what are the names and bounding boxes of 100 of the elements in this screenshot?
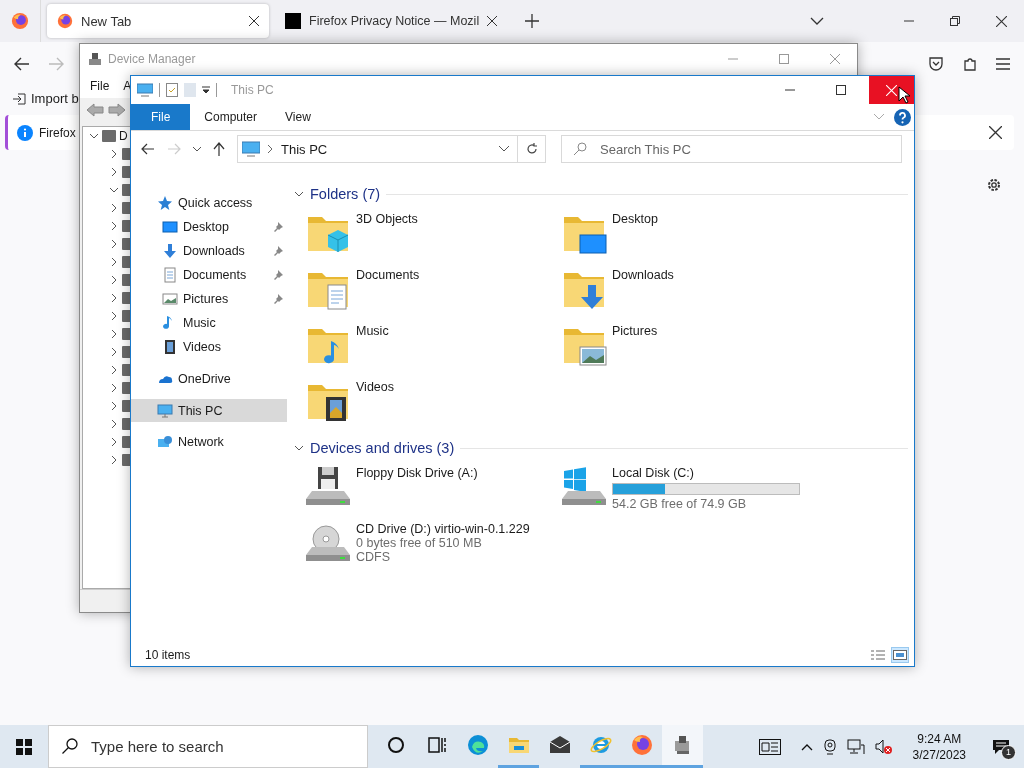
expander-icon[interactable]: [109, 203, 119, 213]
help-icon[interactable]: [894, 108, 911, 126]
menu-item[interactable]: File: [90, 78, 110, 93]
expander-icon[interactable]: [89, 131, 99, 141]
nav-item[interactable]: Network: [131, 430, 287, 454]
tab-list-icon[interactable]: [810, 17, 824, 25]
network-icon: [157, 434, 173, 450]
drive-detail: CDFS: [356, 550, 392, 564]
nav-item[interactable]: This PC: [131, 399, 287, 422]
folder-name[interactable]: Music: [356, 324, 389, 338]
nav-item[interactable]: Documents: [131, 263, 287, 287]
folder-name[interactable]: 3D Objects: [356, 212, 418, 226]
nav-item[interactable]: Downloads: [131, 239, 287, 263]
puzzle-icon[interactable]: [962, 55, 978, 72]
refresh-button[interactable]: [518, 135, 546, 163]
expander-icon[interactable]: [109, 347, 119, 357]
back-icon[interactable]: [141, 143, 155, 155]
details-icon: [871, 650, 885, 660]
chevron-up-icon[interactable]: [800, 742, 813, 751]
close-icon[interactable]: [989, 126, 1002, 139]
collapse-icon[interactable]: [294, 189, 304, 199]
ribbon-tab[interactable]: Computer: [190, 104, 272, 130]
expander-icon[interactable]: [109, 293, 119, 303]
forward-arrow-icon[interactable]: [108, 103, 126, 117]
expander-icon[interactable]: [109, 437, 119, 447]
firefox-icon: [629, 733, 654, 757]
expander-icon[interactable]: [109, 455, 119, 465]
nav-item[interactable]: Quick access: [131, 191, 287, 215]
expander-icon[interactable]: [109, 383, 119, 393]
settings-icon[interactable]: [986, 177, 1002, 193]
up-icon[interactable]: [213, 142, 225, 156]
expander-icon[interactable]: [109, 149, 119, 159]
volume-muted-icon[interactable]: [874, 738, 893, 755]
tree-label[interactable]: D: [119, 129, 128, 143]
browser-tab[interactable]: Firefox Privacy Notice — Mozil: [275, 4, 508, 38]
clock-time[interactable]: 9:24 AM: [917, 730, 962, 747]
menu-icon[interactable]: [996, 57, 1010, 70]
pocket-icon[interactable]: [928, 55, 944, 72]
minimize-icon[interactable]: [784, 89, 795, 91]
restore-icon[interactable]: [950, 16, 960, 26]
plus-icon[interactable]: [525, 14, 540, 28]
refresh-icon: [525, 143, 538, 155]
import-icon: [12, 91, 26, 106]
network-icon[interactable]: [846, 738, 865, 755]
ribbon-tab[interactable]: View: [271, 104, 325, 130]
windows-start-icon[interactable]: [16, 738, 32, 755]
expander-icon[interactable]: [109, 239, 119, 249]
clock-date[interactable]: 3/27/2023: [912, 746, 966, 763]
drive-detail: 54.2 GB free of 74.9 GB: [612, 497, 748, 511]
maximize-icon[interactable]: [835, 85, 846, 95]
nav-item[interactable]: Desktop: [131, 215, 287, 239]
nav-item[interactable]: Videos: [131, 335, 287, 359]
expander-icon[interactable]: [109, 401, 119, 411]
group-header[interactable]: Folders (7): [310, 186, 381, 202]
collapse-icon[interactable]: [294, 443, 304, 453]
group-header[interactable]: Devices and drives (3): [310, 440, 455, 456]
folder-name[interactable]: Documents: [356, 268, 420, 282]
dropdown-icon[interactable]: [202, 86, 210, 94]
address-bar[interactable]: This PC: [237, 135, 518, 163]
webcam-icon[interactable]: [822, 738, 837, 755]
recent-locations-icon[interactable]: [193, 146, 201, 152]
properties-icon[interactable]: [166, 83, 178, 97]
computer-icon: [137, 83, 153, 97]
expander-icon[interactable]: [109, 221, 119, 231]
folder-name[interactable]: Desktop: [612, 212, 658, 226]
news-icon[interactable]: [758, 738, 781, 755]
search-field[interactable]: Search This PC: [561, 135, 902, 163]
close-button[interactable]: [869, 76, 914, 104]
nav-item[interactable]: Music: [131, 311, 287, 335]
expander-icon[interactable]: [109, 311, 119, 321]
tiles-view-button[interactable]: [892, 648, 908, 662]
back-icon[interactable]: [14, 56, 30, 71]
nav-item[interactable]: OneDrive: [131, 367, 287, 391]
drive-name[interactable]: Local Disk (C:): [612, 466, 800, 480]
close-icon[interactable]: [995, 15, 1007, 27]
folder-name[interactable]: Pictures: [612, 324, 658, 338]
dropdown-icon[interactable]: [499, 146, 509, 152]
close-tab-icon[interactable]: [487, 16, 498, 26]
expander-icon[interactable]: [109, 365, 119, 375]
back-arrow-icon[interactable]: [86, 103, 104, 117]
browser-tab[interactable]: New Tab: [47, 4, 269, 38]
expander-icon[interactable]: [109, 419, 119, 429]
expander-icon[interactable]: [109, 167, 119, 177]
drive-name[interactable]: CD Drive (D:) virtio-win-0.1.229: [356, 522, 530, 536]
taskbar-search-field[interactable]: Type here to search: [48, 725, 368, 768]
folder-name[interactable]: Videos: [356, 380, 394, 394]
bookmark-item[interactable]: Import b: [31, 91, 79, 106]
nav-item[interactable]: Pictures: [131, 287, 287, 311]
ribbon-tab[interactable]: File: [131, 104, 191, 130]
info-icon: [17, 124, 33, 141]
expander-icon[interactable]: [109, 185, 119, 195]
drive-name[interactable]: Floppy Disk Drive (A:): [356, 466, 478, 480]
expander-icon[interactable]: [109, 257, 119, 267]
close-tab-icon[interactable]: [249, 16, 259, 26]
taskbar-button[interactable]: [662, 725, 703, 768]
window-title: Device Manager: [108, 51, 197, 66]
expander-icon[interactable]: [109, 275, 119, 285]
expander-icon[interactable]: [109, 329, 119, 339]
download-icon: [162, 243, 178, 259]
folder-name[interactable]: Downloads: [612, 268, 674, 282]
